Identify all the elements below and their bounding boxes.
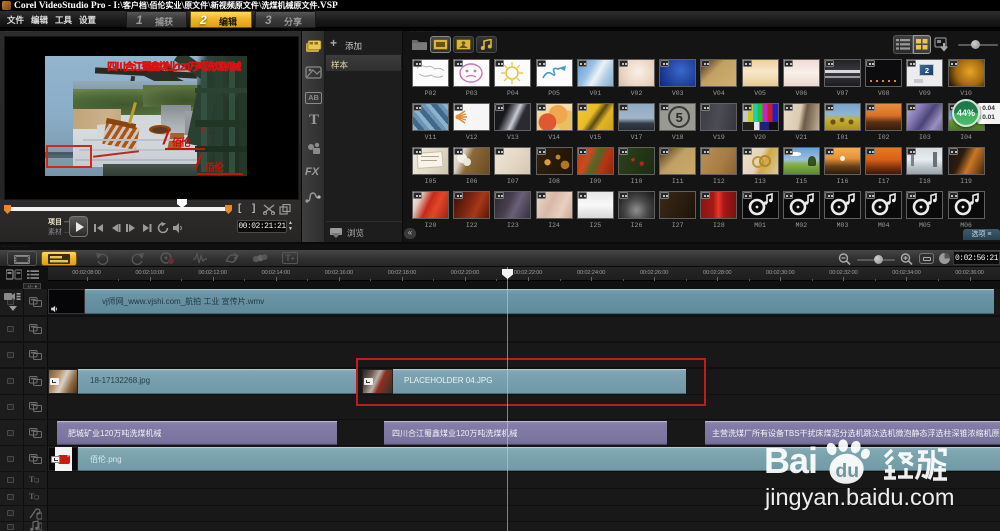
svg-text:du: du: [835, 461, 859, 482]
